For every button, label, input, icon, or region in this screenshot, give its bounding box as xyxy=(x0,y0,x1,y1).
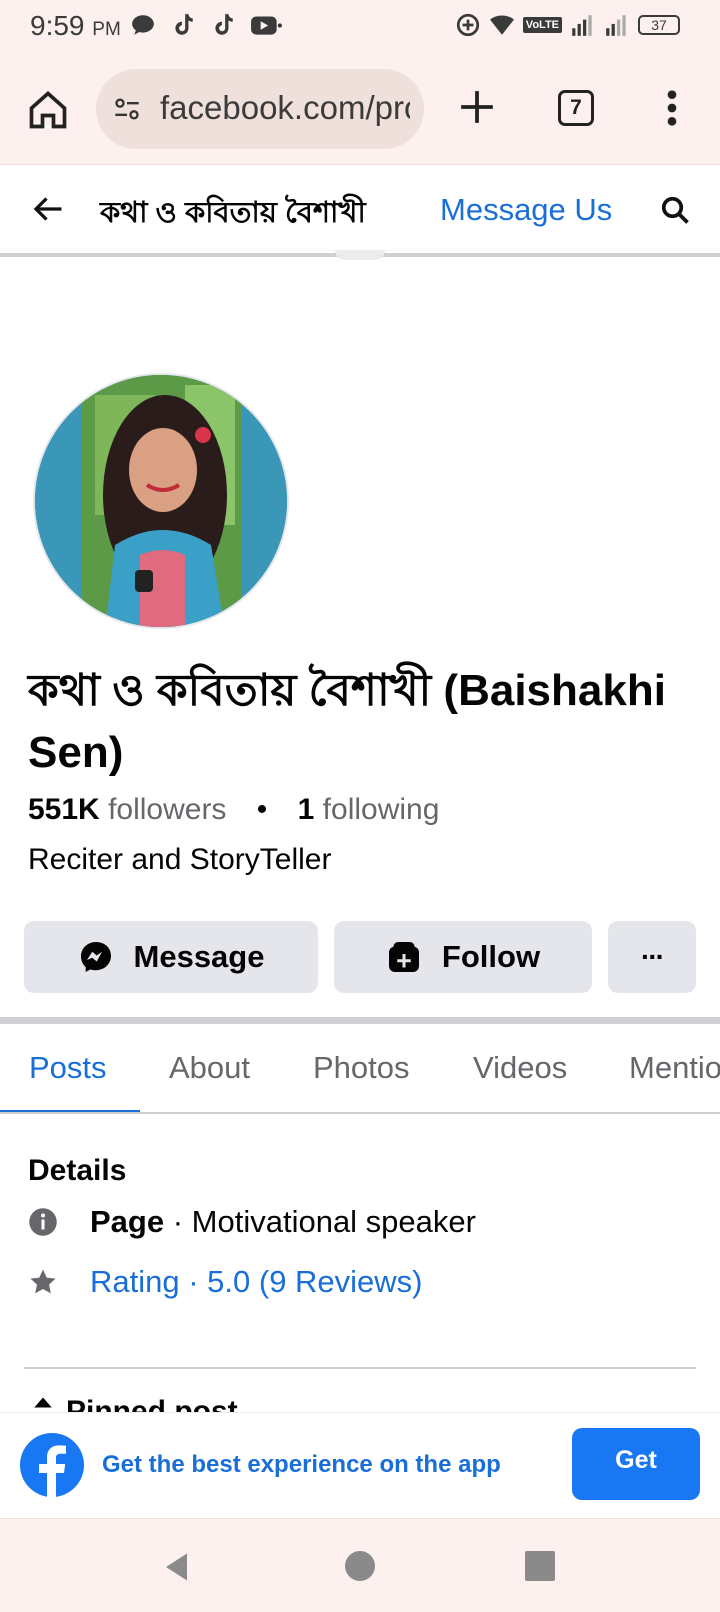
header-title: কথা ও কবিতায় বৈশাখী xyxy=(100,197,366,229)
active-tab-indicator xyxy=(0,1110,140,1112)
separator-dot: • xyxy=(256,793,268,826)
cover-photo-edge xyxy=(335,250,385,260)
follow-button[interactable]: Follow xyxy=(334,921,592,993)
detail-page-category: Page · Motivational speaker xyxy=(28,1204,476,1240)
profile-tabs: Posts About Photos Videos Mentions xyxy=(0,1024,720,1114)
profile-photo xyxy=(35,375,287,627)
tiktok-icon xyxy=(175,14,193,35)
nav-back-icon[interactable] xyxy=(160,1549,196,1585)
detail-rating[interactable]: Rating · 5.0 (9 Reviews) xyxy=(28,1264,423,1300)
page-intro: Reciter and StoryTeller xyxy=(28,843,332,876)
tab-posts[interactable]: Posts xyxy=(29,1050,107,1086)
battery-indicator: 37 xyxy=(638,15,680,35)
volte-badge: VoLTE xyxy=(522,17,562,33)
get-app-button[interactable]: Get xyxy=(572,1428,700,1500)
more-actions-button[interactable]: ··· xyxy=(608,921,696,993)
rating-text[interactable]: Rating · 5.0 (9 Reviews) xyxy=(90,1264,423,1300)
home-icon[interactable] xyxy=(26,88,70,132)
back-arrow-icon[interactable] xyxy=(28,191,68,227)
star-icon xyxy=(30,1269,56,1294)
facebook-logo-icon xyxy=(20,1433,84,1497)
pinned-post-heading: Pinned post xyxy=(28,1395,238,1413)
details-divider xyxy=(24,1367,696,1369)
status-bar: 9:59 PM VoLTE 37 xyxy=(0,0,720,54)
more-vert-icon[interactable] xyxy=(660,88,684,128)
app-banner-text[interactable]: Get the best experience on the app xyxy=(102,1451,501,1479)
system-nav-bar xyxy=(0,1518,720,1612)
tiktok-icon-2 xyxy=(215,14,233,35)
tab-photos[interactable]: Photos xyxy=(313,1050,410,1086)
page-name: কথা ও কবিতায় বৈশাখী (Baishakhi Sen) xyxy=(28,666,666,777)
messenger-icon xyxy=(80,942,111,972)
followers-line: 551K followers • 1 following xyxy=(28,793,439,827)
data-saver-icon xyxy=(456,13,479,37)
search-icon[interactable] xyxy=(660,195,690,225)
follow-plus-icon xyxy=(388,942,419,972)
tab-about[interactable]: About xyxy=(169,1050,250,1086)
signal-icon xyxy=(572,15,592,36)
nav-recents-icon[interactable] xyxy=(525,1551,555,1581)
tab-videos[interactable]: Videos xyxy=(473,1050,567,1086)
page-label: Page xyxy=(90,1204,165,1239)
browser-toolbar: facebook.com/profile 7 xyxy=(0,54,720,165)
address-bar[interactable]: facebook.com/profile xyxy=(96,69,424,149)
message-button[interactable]: Message xyxy=(24,921,318,993)
youtube-icon xyxy=(251,16,282,35)
signal-icon-2 xyxy=(606,15,626,36)
nav-home-icon[interactable] xyxy=(345,1551,375,1581)
follow-button-label: Follow xyxy=(441,939,541,974)
new-tab-icon[interactable] xyxy=(458,88,496,126)
chat-bubble-icon xyxy=(132,15,154,35)
message-us-link[interactable]: Message Us xyxy=(440,192,612,228)
tab-mentions[interactable]: Mentions xyxy=(629,1050,720,1086)
following-label[interactable]: following xyxy=(323,793,440,826)
page-category: · Motivational speaker xyxy=(164,1204,476,1239)
message-button-label: Message xyxy=(133,939,265,974)
pinned-label: Pinned post xyxy=(66,1395,238,1413)
followers-label[interactable]: followers xyxy=(108,793,226,826)
clock: 9:59 PM xyxy=(30,10,121,41)
url-text[interactable]: facebook.com/profile xyxy=(160,89,410,127)
section-divider xyxy=(0,1017,720,1024)
following-count[interactable]: 1 xyxy=(298,793,315,826)
profile-avatar[interactable] xyxy=(33,373,289,629)
open-app-banner: Get the best experience on the app Get xyxy=(0,1412,720,1518)
wifi-icon xyxy=(489,15,514,35)
more-dots-icon: ··· xyxy=(641,941,665,972)
site-settings-icon[interactable] xyxy=(112,95,142,123)
followers-count[interactable]: 551K xyxy=(28,793,100,826)
details-heading: Details xyxy=(28,1154,127,1187)
pin-icon xyxy=(34,1397,52,1408)
page-header: কথা ও কবিতায় বৈশাখী Message Us xyxy=(0,165,720,257)
tab-switcher-button[interactable]: 7 xyxy=(558,90,594,126)
info-icon xyxy=(29,1208,57,1236)
